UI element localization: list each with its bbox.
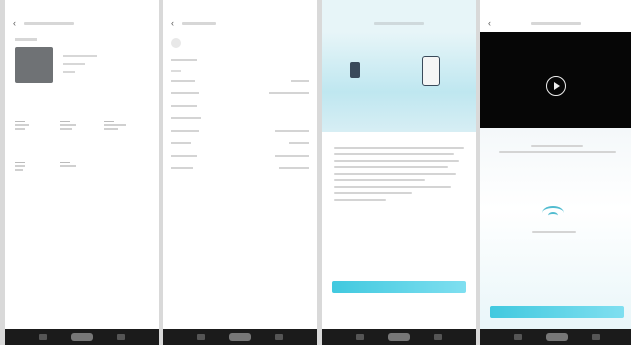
nav-home-icon[interactable] xyxy=(71,333,93,341)
option-item[interactable] xyxy=(59,115,105,130)
nav-recent-icon[interactable] xyxy=(117,334,125,340)
nav-recent-icon[interactable] xyxy=(275,334,283,340)
nav-back-icon[interactable] xyxy=(39,334,47,340)
header xyxy=(322,14,476,32)
header: ‹ xyxy=(5,14,159,32)
option-item[interactable] xyxy=(104,115,149,130)
device-info xyxy=(63,47,97,79)
avatar-row[interactable] xyxy=(163,32,317,54)
page-title xyxy=(24,21,74,25)
nav-back-icon[interactable] xyxy=(514,334,522,340)
info-row[interactable] xyxy=(163,150,317,163)
video-area[interactable]: ‹ xyxy=(480,0,631,128)
status-bar xyxy=(163,0,317,14)
info-row[interactable] xyxy=(163,112,317,125)
pairing-illustration xyxy=(322,32,476,132)
info-row[interactable] xyxy=(163,137,317,150)
system-nav-bar xyxy=(322,329,476,345)
info-row xyxy=(163,67,317,75)
option-icon xyxy=(59,115,70,122)
option-icon xyxy=(104,115,115,122)
nav-home-icon[interactable] xyxy=(388,333,410,341)
panel-video-connect: ‹ xyxy=(480,0,631,345)
option-item[interactable] xyxy=(15,156,60,171)
wifi-icon xyxy=(542,206,564,220)
panel-pairing-guide xyxy=(322,0,476,345)
nav-recent-icon[interactable] xyxy=(434,334,442,340)
device-thumbnail xyxy=(15,46,53,83)
nav-recent-icon[interactable] xyxy=(592,334,600,340)
wifi-caption xyxy=(532,230,576,233)
info-row[interactable] xyxy=(163,100,317,113)
option-item[interactable] xyxy=(59,156,105,171)
panel-camera-settings: ‹ xyxy=(5,0,159,345)
nav-back-icon[interactable] xyxy=(197,334,205,340)
connect-section xyxy=(480,128,631,329)
info-row[interactable] xyxy=(163,54,317,67)
camera-icon xyxy=(350,62,360,78)
play-icon[interactable] xyxy=(546,76,566,96)
nav-home-icon[interactable] xyxy=(229,333,251,341)
header: ‹ xyxy=(480,14,631,32)
instructions-text xyxy=(322,132,476,201)
option-icon xyxy=(15,156,25,163)
system-nav-bar xyxy=(480,329,631,345)
connect-button[interactable] xyxy=(490,306,624,318)
next-button[interactable] xyxy=(332,281,466,293)
page-title xyxy=(530,21,581,25)
nav-back-icon[interactable] xyxy=(356,334,364,340)
option-item[interactable] xyxy=(15,115,60,130)
info-row[interactable] xyxy=(163,125,317,138)
system-nav-bar xyxy=(5,329,159,345)
info-row[interactable] xyxy=(163,87,317,100)
nav-home-icon[interactable] xyxy=(546,333,568,341)
page-title xyxy=(182,21,216,25)
avatar xyxy=(171,38,181,48)
status-text xyxy=(480,128,631,153)
status-bar xyxy=(480,0,631,14)
option-icon xyxy=(59,156,70,163)
section-label xyxy=(5,32,159,45)
back-arrow-icon[interactable]: ‹ xyxy=(13,18,16,28)
status-bar xyxy=(5,0,159,14)
page-title xyxy=(374,21,424,25)
status-bar xyxy=(322,0,476,14)
system-nav-bar xyxy=(163,329,317,345)
info-row[interactable] xyxy=(163,75,317,88)
header: ‹ xyxy=(163,14,317,32)
settings-options xyxy=(5,115,159,171)
option-icon xyxy=(15,115,25,122)
phone-icon xyxy=(422,56,440,86)
info-row[interactable] xyxy=(163,162,317,175)
back-arrow-icon[interactable]: ‹ xyxy=(171,18,174,28)
device-card[interactable] xyxy=(5,45,159,85)
panel-device-info: ‹ xyxy=(163,0,317,345)
back-arrow-icon[interactable]: ‹ xyxy=(488,18,491,28)
